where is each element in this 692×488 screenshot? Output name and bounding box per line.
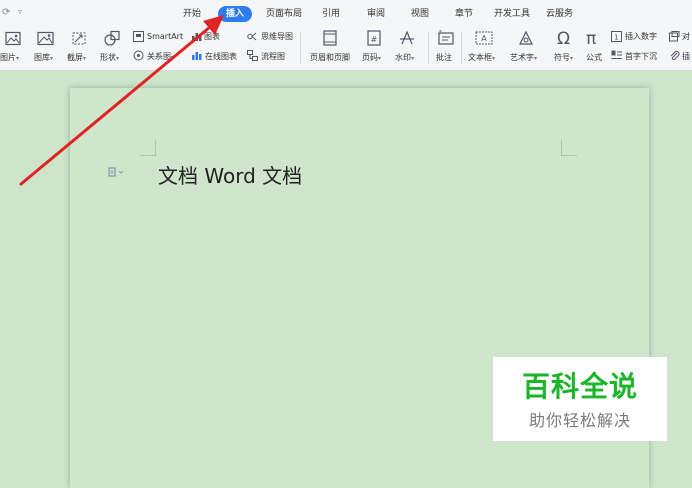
annotation-arrow (19, 15, 224, 186)
